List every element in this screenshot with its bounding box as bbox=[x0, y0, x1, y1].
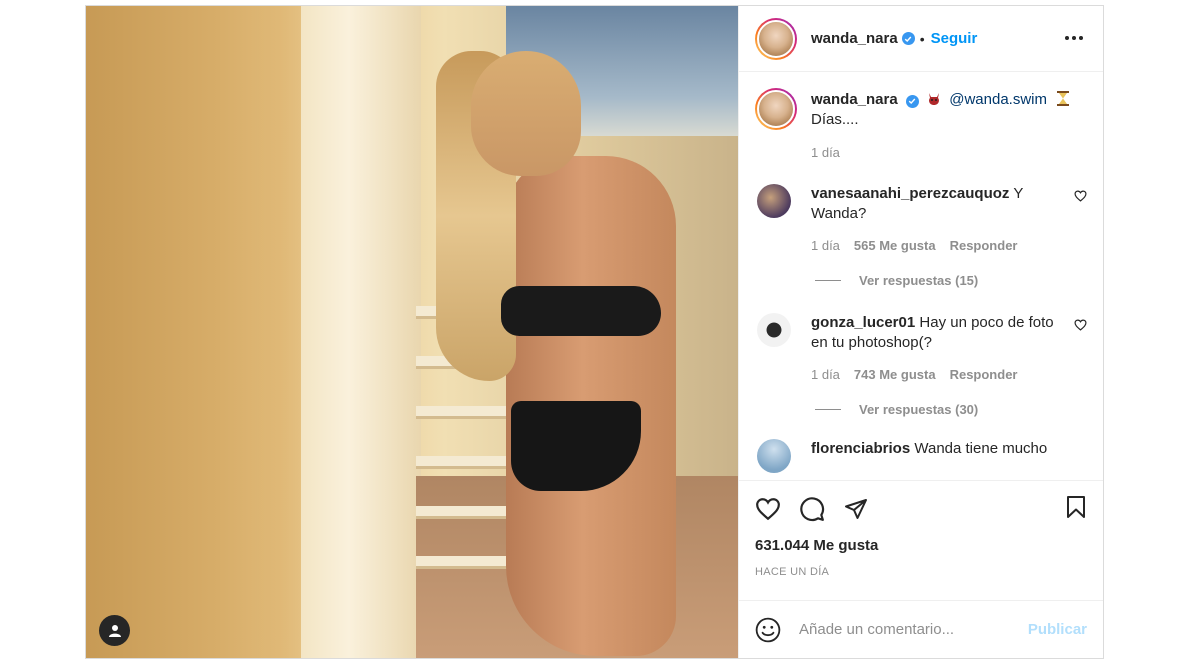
verified-badge-icon bbox=[905, 94, 919, 108]
post-header: wanda_nara • Seguir bbox=[739, 6, 1103, 72]
comment-item: vanesaanahi_perezcauquoz Y Wanda? 1 día … bbox=[755, 184, 1087, 253]
comment-likes[interactable]: 565 Me gusta bbox=[854, 238, 936, 253]
caption-username[interactable]: wanda_nara bbox=[811, 91, 898, 108]
comment-input[interactable] bbox=[799, 621, 1028, 638]
reply-button[interactable]: Responder bbox=[950, 367, 1018, 382]
caption-mention-link[interactable]: @wanda.swim bbox=[949, 91, 1047, 108]
comment-likes[interactable]: 743 Me gusta bbox=[854, 367, 936, 382]
photo-wall bbox=[86, 6, 306, 658]
instagram-post: wanda_nara • Seguir wanda_nara @wanda.sw… bbox=[85, 5, 1104, 659]
emoji-picker-icon[interactable] bbox=[755, 617, 781, 643]
follow-separator: • bbox=[919, 30, 925, 47]
author-username[interactable]: wanda_nara bbox=[811, 30, 898, 47]
comment-text: Wanda tiene mucho bbox=[914, 440, 1048, 457]
add-comment-bar: Publicar bbox=[739, 600, 1103, 658]
comment-time: 1 día bbox=[811, 367, 840, 382]
like-heart-icon[interactable] bbox=[755, 497, 781, 521]
comments-list[interactable]: wanda_nara @wanda.swim Días.... 1 día va… bbox=[739, 72, 1103, 480]
comment-time: 1 día bbox=[811, 238, 840, 253]
follow-button[interactable]: Seguir bbox=[931, 30, 978, 47]
caption-body: Días.... bbox=[811, 111, 859, 128]
comment-username[interactable]: gonza_lucer01 bbox=[811, 314, 915, 331]
view-replies-label: Ver respuestas (30) bbox=[859, 402, 979, 417]
verified-badge-icon bbox=[901, 32, 915, 45]
commenter-avatar[interactable] bbox=[757, 313, 791, 347]
post-sidebar: wanda_nara • Seguir wanda_nara @wanda.sw… bbox=[738, 6, 1103, 658]
like-comment-heart-icon[interactable] bbox=[1074, 190, 1087, 202]
view-replies-label: Ver respuestas (15) bbox=[859, 273, 979, 288]
commenter-avatar[interactable] bbox=[757, 184, 791, 218]
devil-emoji-icon bbox=[929, 93, 940, 105]
post-timestamp: HACE UN DÍA bbox=[755, 566, 830, 578]
view-replies-button[interactable]: Ver respuestas (30) bbox=[811, 402, 1087, 417]
photo-figure-head bbox=[471, 51, 581, 176]
likes-count[interactable]: 631.044 Me gusta bbox=[755, 537, 1087, 554]
hourglass-emoji-icon bbox=[1057, 91, 1070, 106]
like-comment-heart-icon[interactable] bbox=[1074, 319, 1087, 331]
reply-button[interactable]: Responder bbox=[950, 238, 1018, 253]
save-bookmark-icon[interactable] bbox=[1065, 495, 1087, 524]
comment-username[interactable]: florenciabrios bbox=[811, 440, 910, 457]
caption-author-avatar[interactable] bbox=[755, 88, 797, 130]
caption-text: wanda_nara @wanda.swim Días.... bbox=[811, 90, 1087, 130]
comment-item: gonza_lucer01 Hay un poco de foto en tu … bbox=[755, 313, 1087, 382]
comment-bubble-icon[interactable] bbox=[799, 496, 825, 522]
post-actions: 631.044 Me gusta HACE UN DÍA bbox=[739, 480, 1103, 600]
photo-figure-swim-top bbox=[501, 286, 661, 336]
comment-username[interactable]: vanesaanahi_perezcauquoz bbox=[811, 185, 1009, 202]
view-replies-button[interactable]: Ver respuestas (15) bbox=[811, 273, 1087, 288]
more-options-icon[interactable] bbox=[1065, 36, 1083, 40]
commenter-avatar[interactable] bbox=[757, 439, 791, 473]
caption-time: 1 día bbox=[811, 145, 840, 160]
comment-item: florenciabrios Wanda tiene mucho bbox=[755, 439, 1087, 473]
author-avatar[interactable] bbox=[755, 17, 797, 60]
user-icon bbox=[108, 624, 121, 637]
photo-pillar bbox=[301, 6, 421, 658]
share-paper-plane-icon[interactable] bbox=[843, 497, 869, 521]
tagged-users-button[interactable] bbox=[99, 615, 130, 646]
publish-button[interactable]: Publicar bbox=[1028, 621, 1087, 638]
post-photo[interactable] bbox=[86, 6, 738, 658]
post-caption: wanda_nara @wanda.swim Días.... 1 día bbox=[755, 88, 1087, 160]
